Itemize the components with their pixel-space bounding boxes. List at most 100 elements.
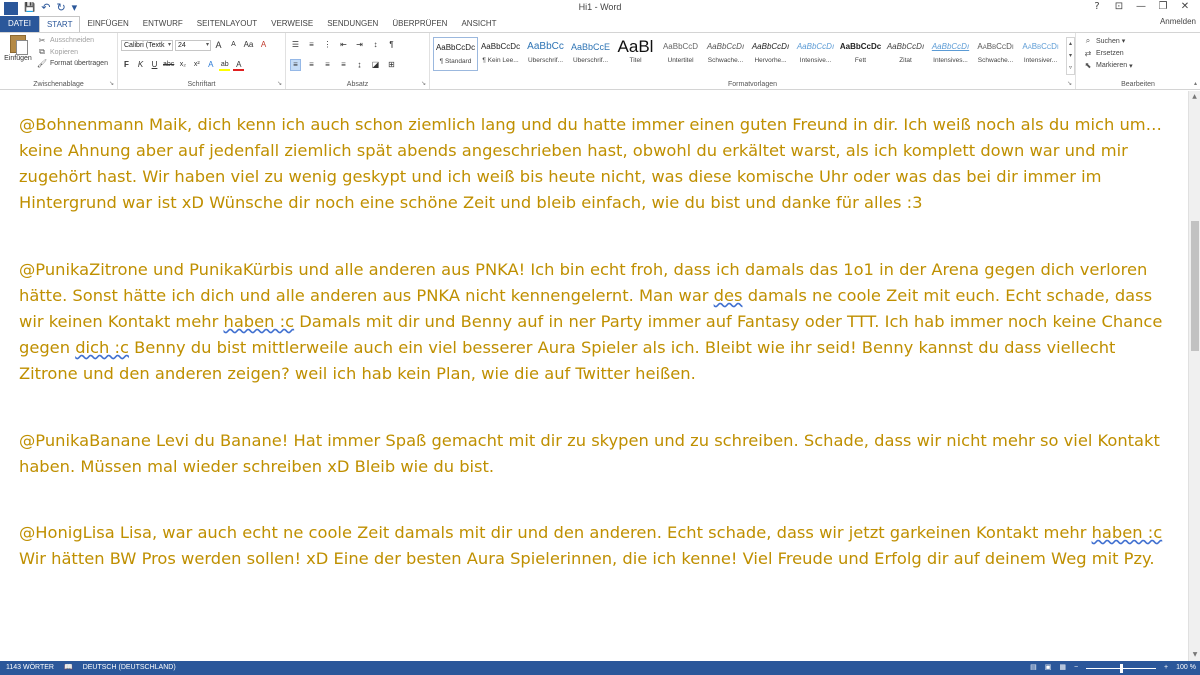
- font-name-combo[interactable]: Calibri (Textk ▾: [121, 39, 173, 51]
- tab-file[interactable]: DATEI: [0, 16, 39, 32]
- style-intense-reference[interactable]: AaBbCcDı Intensiver...: [1018, 37, 1063, 71]
- style-intense-quote[interactable]: AaBbCcDı Intensives...: [928, 37, 973, 71]
- shrink-font-button[interactable]: A: [228, 39, 239, 51]
- grow-font-button[interactable]: A: [213, 39, 224, 51]
- format-painter-button[interactable]: 🖌 Format übertragen: [36, 59, 108, 68]
- shading-icon[interactable]: ◪: [370, 59, 381, 71]
- style-subtle-reference[interactable]: AaBbCcDı Schwache...: [973, 37, 1018, 71]
- help-icon[interactable]: ?: [1086, 0, 1108, 14]
- select-button[interactable]: ⬉ Markieren ▾: [1082, 61, 1133, 70]
- style-standard[interactable]: AaBbCcDc ¶ Standard: [433, 37, 479, 71]
- tab-insert[interactable]: EINFÜGEN: [80, 16, 135, 32]
- style-subtle-emphasis[interactable]: AaBbCcDı Schwache...: [703, 37, 748, 71]
- italic-button[interactable]: K: [135, 59, 146, 71]
- styles-scroll[interactable]: ▴ ▾ ▿: [1066, 37, 1075, 75]
- sign-in-link[interactable]: Anmelden: [1160, 17, 1196, 26]
- vertical-scrollbar[interactable]: ▲ ▼: [1188, 91, 1200, 661]
- copy-icon: ⧉: [39, 47, 45, 56]
- read-mode-icon[interactable]: ▤: [1030, 661, 1037, 675]
- cut-button[interactable]: ✂ Ausschneiden: [36, 36, 108, 45]
- dialog-launcher-icon[interactable]: ↘: [277, 80, 282, 87]
- scroll-thumb[interactable]: [1191, 221, 1199, 351]
- style-quote[interactable]: AaBbCcDı Zitat: [883, 37, 928, 71]
- grammar-flag[interactable]: des: [714, 286, 743, 305]
- chevron-down-icon[interactable]: ▾: [1067, 50, 1074, 62]
- zoom-in-button[interactable]: +: [1164, 661, 1168, 675]
- grammar-flag[interactable]: haben :c: [1092, 523, 1163, 542]
- style-no-spacing[interactable]: AaBbCcDc ¶ Kein Lee...: [478, 37, 523, 71]
- style-heading-2[interactable]: AaBbCcE Überschrif...: [568, 37, 613, 71]
- copy-button[interactable]: ⧉ Kopieren: [36, 47, 108, 57]
- borders-icon[interactable]: ⊞: [386, 59, 397, 71]
- increase-indent-icon[interactable]: ⇥: [354, 39, 365, 51]
- replace-button[interactable]: ⇄ Ersetzen: [1082, 49, 1133, 58]
- tab-view[interactable]: ANSICHT: [454, 16, 503, 32]
- tab-mailings[interactable]: SENDUNGEN: [320, 16, 385, 32]
- close-icon[interactable]: ✕: [1174, 0, 1196, 14]
- style-emphasis[interactable]: AaBbCcDı Hervorhe...: [748, 37, 793, 71]
- style-preview: AaBbCcDı: [751, 42, 790, 51]
- tab-review[interactable]: ÜBERPRÜFEN: [385, 16, 454, 32]
- more-icon[interactable]: ▿: [1067, 62, 1074, 74]
- style-strong[interactable]: AaBbCcDc Fett: [838, 37, 883, 71]
- grammar-flag[interactable]: dich :c: [75, 338, 129, 357]
- clear-formatting-button[interactable]: A: [258, 39, 269, 51]
- find-button[interactable]: ⌕ Suchen ▾: [1082, 36, 1133, 46]
- numbering-icon[interactable]: ≡: [306, 39, 317, 51]
- language[interactable]: DEUTSCH (DEUTSCHLAND): [83, 661, 176, 675]
- style-intense-emphasis[interactable]: AaBbCcDı Intensive...: [793, 37, 838, 71]
- strikethrough-button[interactable]: abc: [163, 59, 174, 71]
- text-effects-button[interactable]: A: [205, 59, 216, 71]
- align-left-icon[interactable]: ≡: [290, 59, 301, 71]
- tab-design[interactable]: ENTWURF: [136, 16, 190, 32]
- line-spacing-icon[interactable]: ↨: [354, 59, 365, 71]
- chevron-up-icon[interactable]: ▴: [1067, 38, 1074, 50]
- zoom-level[interactable]: 100 %: [1176, 661, 1196, 675]
- pilcrow-icon[interactable]: ¶: [386, 39, 397, 51]
- justify-icon[interactable]: ≡: [338, 59, 349, 71]
- tab-references[interactable]: VERWEISE: [264, 16, 320, 32]
- style-subtitle[interactable]: AaBbCcD Untertitel: [658, 37, 703, 71]
- paste-label: Einfügen: [4, 55, 32, 62]
- scroll-up-icon[interactable]: ▲: [1189, 91, 1200, 103]
- word-count[interactable]: 1143 WÖRTER: [6, 661, 54, 675]
- font-color-button[interactable]: A: [233, 59, 245, 71]
- style-name: Fett: [854, 57, 867, 64]
- bullets-icon[interactable]: ☰: [290, 39, 301, 51]
- dialog-launcher-icon[interactable]: ↘: [421, 80, 426, 87]
- chevron-down-icon: ▾: [1129, 62, 1133, 70]
- decrease-indent-icon[interactable]: ⇤: [338, 39, 349, 51]
- tab-page-layout[interactable]: SEITENLAYOUT: [190, 16, 264, 32]
- superscript-button[interactable]: x²: [191, 59, 202, 71]
- clipboard-icon: [10, 35, 28, 55]
- dialog-launcher-icon[interactable]: ↘: [1067, 80, 1072, 87]
- scroll-down-icon[interactable]: ▼: [1189, 649, 1200, 661]
- grammar-flag[interactable]: haben :c: [224, 312, 295, 331]
- minimize-icon[interactable]: —: [1130, 0, 1152, 14]
- restore-icon[interactable]: ❐: [1152, 0, 1174, 14]
- underline-button[interactable]: U: [149, 59, 160, 71]
- bold-button[interactable]: F: [121, 59, 132, 71]
- print-layout-icon[interactable]: ▣: [1045, 661, 1052, 675]
- sort-icon[interactable]: ↕: [370, 39, 381, 51]
- collapse-ribbon-icon[interactable]: ▴: [1194, 80, 1197, 87]
- document-page[interactable]: @Bohnenmann Maik, dich kenn ich auch sch…: [0, 91, 1188, 661]
- web-layout-icon[interactable]: ▦: [1059, 661, 1066, 675]
- proofing-icon[interactable]: 📖: [64, 661, 73, 675]
- multilevel-list-icon[interactable]: ⋮: [322, 39, 333, 51]
- paste-button[interactable]: Einfügen: [3, 35, 33, 73]
- highlight-button[interactable]: ab: [219, 59, 231, 71]
- style-title[interactable]: AaBl Titel: [613, 37, 658, 71]
- dialog-launcher-icon[interactable]: ↘: [109, 80, 114, 87]
- ribbon-display-icon[interactable]: ⊡: [1108, 0, 1130, 14]
- zoom-slider[interactable]: [1086, 663, 1157, 673]
- change-case-button[interactable]: Aa: [243, 39, 254, 51]
- zoom-slider-thumb[interactable]: [1120, 663, 1124, 673]
- tab-start[interactable]: START: [38, 15, 81, 33]
- align-center-icon[interactable]: ≡: [306, 59, 317, 71]
- align-right-icon[interactable]: ≡: [322, 59, 333, 71]
- subscript-button[interactable]: x₂: [177, 59, 188, 71]
- font-size-combo[interactable]: 24 ▾: [175, 39, 211, 51]
- style-heading-1[interactable]: AaBbCc Überschrif...: [523, 37, 568, 71]
- zoom-out-button[interactable]: −: [1074, 661, 1078, 675]
